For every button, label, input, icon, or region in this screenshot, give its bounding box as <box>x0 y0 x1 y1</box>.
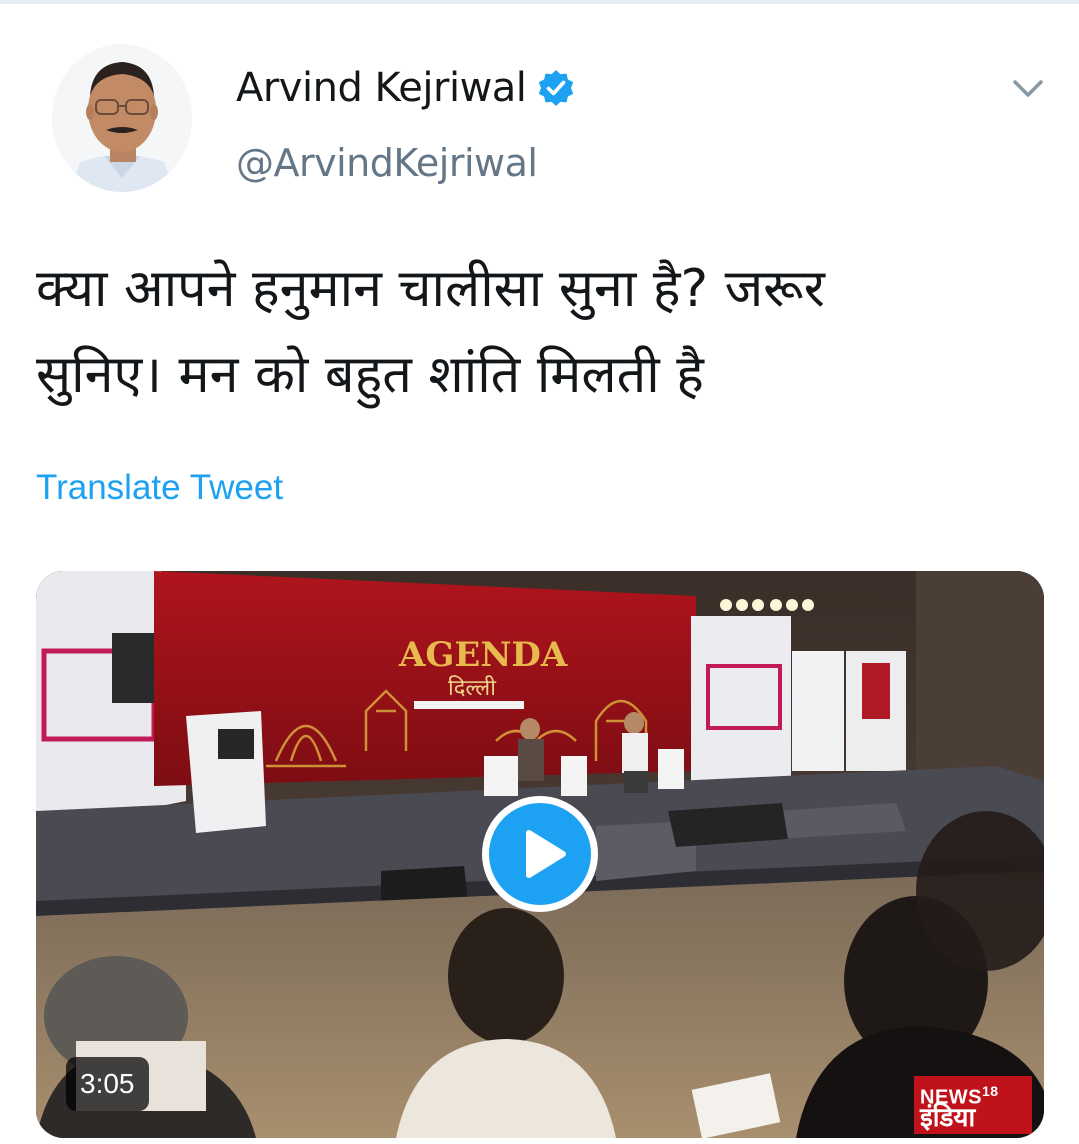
author-display-name[interactable]: Arvind Kejriwal <box>236 62 527 114</box>
tweet-text-line-2: सुनिए। मन को बहुत शांति मिलती है <box>36 345 704 405</box>
tweet-text-line-1: क्या आपने हनुमान चालीसा सुना है? जरूर <box>36 259 825 319</box>
channel-logo-bottom: इंडिया <box>920 1102 976 1132</box>
author-avatar[interactable] <box>52 44 192 192</box>
play-icon <box>526 830 566 878</box>
video-duration-badge: 3:05 <box>66 1057 149 1111</box>
tweet-text: क्या आपने हनुमान चालीसा सुना है? जरूर सु… <box>36 246 1036 418</box>
top-divider <box>0 0 1079 4</box>
channel-logo-number: 18 <box>982 1083 999 1099</box>
translate-tweet-link[interactable]: Translate Tweet <box>36 462 283 514</box>
stage-title-text: AGENDA <box>398 635 568 675</box>
avatar-photo-icon <box>52 44 192 192</box>
verified-badge-icon <box>538 70 574 106</box>
stage-subtitle-text: दिल्ली <box>448 675 496 701</box>
channel-logo: NEWS18 इंडिया <box>914 1076 1032 1134</box>
chevron-down-icon[interactable] <box>1010 70 1046 106</box>
author-handle[interactable]: @ArvindKejriwal <box>236 138 538 188</box>
video-player[interactable]: AGENDA दिल्ली 3:05 NEWS18 इंडिया <box>36 571 1044 1138</box>
play-button[interactable] <box>482 796 598 912</box>
